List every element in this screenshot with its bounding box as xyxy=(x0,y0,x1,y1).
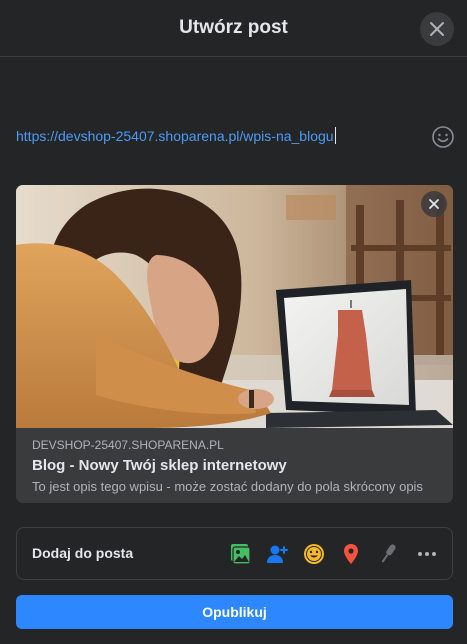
photo-video-button[interactable] xyxy=(228,542,252,566)
photo-video-icon xyxy=(231,544,251,565)
live-audio-button[interactable] xyxy=(376,542,400,566)
preview-title: Blog - Nowy Twój sklep internetowy xyxy=(32,457,287,474)
feeling-activity-button[interactable] xyxy=(302,542,326,566)
microphone-icon xyxy=(381,544,396,563)
close-icon xyxy=(430,22,444,36)
check-in-button[interactable] xyxy=(339,542,363,566)
check-in-icon xyxy=(344,544,358,564)
dialog-header: Utwórz post xyxy=(0,0,467,57)
tag-people-button[interactable] xyxy=(265,542,289,566)
preview-description: To jest opis tego wpisu - może zostać do… xyxy=(32,479,423,494)
post-text-value: https://devshop-25407.shoparena.pl/wpis-… xyxy=(16,128,334,144)
smiley-icon xyxy=(432,126,454,148)
more-icon xyxy=(418,552,436,556)
publish-button[interactable]: Opublikuj xyxy=(16,595,453,629)
post-text-input[interactable]: https://devshop-25407.shoparena.pl/wpis-… xyxy=(16,127,416,144)
text-caret xyxy=(334,127,336,144)
close-icon xyxy=(429,199,439,209)
dialog-title: Utwórz post xyxy=(179,17,288,38)
preview-domain: DEVSHOP-25407.SHOPARENA.PL xyxy=(32,438,224,452)
tag-people-icon xyxy=(267,545,288,563)
add-to-post-bar: Dodaj do posta xyxy=(16,527,453,580)
remove-preview-button[interactable] xyxy=(421,191,447,217)
more-options-button[interactable] xyxy=(415,542,439,566)
link-preview-image xyxy=(16,185,453,428)
close-dialog-button[interactable] xyxy=(420,12,454,46)
emoji-picker-button[interactable] xyxy=(431,125,455,149)
feeling-icon xyxy=(304,544,324,564)
link-preview-meta: DEVSHOP-25407.SHOPARENA.PL Blog - Nowy T… xyxy=(16,428,453,503)
add-to-post-label: Dodaj do posta xyxy=(32,545,134,561)
link-preview-card[interactable]: DEVSHOP-25407.SHOPARENA.PL Blog - Nowy T… xyxy=(16,185,453,503)
